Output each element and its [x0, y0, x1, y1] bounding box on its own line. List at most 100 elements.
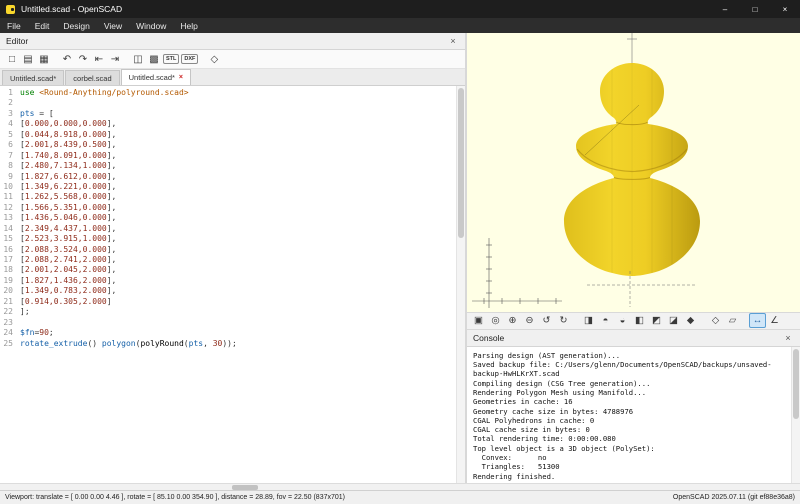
code-line-text: [1.827,1.436,2.000], [16, 276, 116, 286]
menu-file[interactable]: File [0, 18, 28, 33]
title-bar: Untitled.scad - OpenSCAD – □ × [0, 0, 800, 18]
export-dxf-icon[interactable]: DXF [181, 54, 198, 64]
view-back-icon[interactable]: ◪ [665, 313, 682, 328]
view-left-icon[interactable]: ◧ [631, 313, 648, 328]
line-number: 18 [0, 265, 16, 275]
line-number: 3 [0, 109, 16, 119]
code-line-text: [1.349,6.221,0.000], [16, 182, 116, 192]
line-number: 11 [0, 192, 16, 202]
line-number: 14 [0, 224, 16, 234]
code-editor[interactable]: 1use <Round-Anything/polyround.scad>23pt… [0, 86, 465, 483]
console-scrollbar-thumb[interactable] [793, 349, 799, 419]
tab-label: Untitled.scad* [10, 74, 56, 83]
console-line: Top level object is a 3D object (PolySet… [473, 444, 788, 453]
preview-icon[interactable]: ◫ [130, 51, 146, 67]
view-top-icon[interactable]: ◓ [597, 313, 614, 328]
viewport-canvas[interactable] [467, 33, 800, 312]
code-line-text: ]; [16, 307, 30, 317]
code-line-text: [1.436,5.046,0.000], [16, 213, 116, 223]
3d-viewport[interactable] [467, 33, 800, 312]
console-line: Convex: no [473, 453, 788, 462]
console-close-icon[interactable]: × [782, 333, 794, 343]
line-number: 10 [0, 182, 16, 192]
editor-tab-2[interactable]: Untitled.scad*× [121, 69, 191, 85]
code-line: 9[1.827,6.612,0.000], [0, 172, 465, 182]
menu-help[interactable]: Help [173, 18, 204, 33]
3d-object [564, 58, 700, 283]
console-line: Compiling design (CSG Tree generation)..… [473, 379, 788, 388]
editor-tab-1[interactable]: corbel.scad [65, 70, 119, 85]
code-line: 19[1.827,1.436,2.000], [0, 276, 465, 286]
redo-icon[interactable]: ↷ [75, 51, 91, 67]
unindent-icon[interactable]: ⇤ [91, 51, 107, 67]
code-line: 7[1.740,8.091,0.000], [0, 151, 465, 161]
toolbar-separator [199, 51, 206, 67]
menu-window[interactable]: Window [129, 18, 173, 33]
line-number: 9 [0, 172, 16, 182]
code-line-text: [2.349,4.437,1.000], [16, 224, 116, 234]
close-button[interactable]: × [770, 0, 800, 18]
line-number: 16 [0, 245, 16, 255]
console-vertical-scrollbar[interactable] [791, 347, 800, 483]
main-area: Editor × □▤▦ ↶↷⇤⇥ ◫▩STLDXF ◇ Untitled.scad*… [0, 33, 800, 483]
perspective-icon[interactable]: ◇ [707, 313, 724, 328]
rotate-left-icon[interactable]: ↺ [538, 313, 555, 328]
render-icon[interactable]: ▩ [146, 51, 162, 67]
menu-view[interactable]: View [97, 18, 129, 33]
toolbar-separator [123, 51, 130, 67]
toolbar-separator [52, 51, 59, 67]
open-file-icon[interactable]: ▤ [20, 51, 36, 67]
view-bottom-icon[interactable]: ◒ [614, 313, 631, 328]
code-line: 15[2.523,3.915,1.000], [0, 234, 465, 244]
reset-view-icon[interactable]: ◎ [487, 313, 504, 328]
minimize-button[interactable]: – [710, 0, 740, 18]
console-lines: Parsing design (AST generation)...Saved … [473, 351, 788, 481]
export-stl-icon[interactable]: STL [163, 54, 179, 64]
editor-close-icon[interactable]: × [447, 36, 459, 46]
rotate-right-icon[interactable]: ↻ [555, 313, 572, 328]
menu-design[interactable]: Design [56, 18, 96, 33]
code-line-text [16, 318, 20, 328]
editor-tab-0[interactable]: Untitled.scad* [2, 70, 64, 85]
window-controls: – □ × [710, 0, 800, 18]
maximize-button[interactable]: □ [740, 0, 770, 18]
tab-close-icon[interactable]: × [179, 74, 183, 81]
viewport-toolbar: ▣◎⊕⊖↺↻ ◨◓◒◧◩◪◆ ◇▱ ↔∠ [467, 312, 800, 330]
viewport-status-text: Viewport: translate = [ 0.00 0.00 4.46 ]… [5, 494, 345, 501]
orthogonal-icon[interactable]: ▱ [724, 313, 741, 328]
view-right-icon[interactable]: ◨ [580, 313, 597, 328]
editor-scrollbar-thumb[interactable] [458, 88, 464, 238]
line-number: 2 [0, 98, 16, 108]
status-bar: Viewport: translate = [ 0.00 0.00 4.46 ]… [0, 490, 800, 504]
undo-icon[interactable]: ↶ [59, 51, 75, 67]
view-front-icon[interactable]: ◩ [648, 313, 665, 328]
editor-vertical-scrollbar[interactable] [456, 86, 465, 483]
code-line: 8[2.480,7.134,1.000], [0, 161, 465, 171]
editor-panel-title: Editor [6, 36, 28, 46]
new-file-icon[interactable]: □ [4, 51, 20, 67]
line-number: 15 [0, 234, 16, 244]
menu-edit[interactable]: Edit [28, 18, 57, 33]
code-line: 10[1.349,6.221,0.000], [0, 182, 465, 192]
code-line: 6[2.001,8.439,0.500], [0, 140, 465, 150]
view-all-icon[interactable]: ▣ [470, 313, 487, 328]
line-number: 5 [0, 130, 16, 140]
view-diagonal-icon[interactable]: ◆ [682, 313, 699, 328]
line-number: 8 [0, 161, 16, 171]
measure-distance-icon[interactable]: ↔ [749, 313, 766, 328]
horizontal-scrollbar[interactable] [0, 483, 800, 490]
code-line-text: rotate_extrude() polygon(polyRound(pts, … [16, 339, 237, 349]
indent-icon[interactable]: ⇥ [107, 51, 123, 67]
code-line: 2 [0, 98, 465, 108]
horizontal-scrollbar-thumb[interactable] [232, 485, 258, 490]
tab-label: corbel.scad [73, 74, 111, 83]
save-icon[interactable]: ▦ [36, 51, 52, 67]
console-output[interactable]: Parsing design (AST generation)...Saved … [467, 347, 800, 483]
zoom-out-icon[interactable]: ⊖ [521, 313, 538, 328]
measure-angle-icon[interactable]: ∠ [766, 313, 783, 328]
console-line: Geometries in cache: 16 [473, 397, 788, 406]
editor-toolbar: □▤▦ ↶↷⇤⇥ ◫▩STLDXF ◇ [0, 50, 465, 69]
console-line: CGAL cache size in bytes: 0 [473, 425, 788, 434]
zoom-in-icon[interactable]: ⊕ [504, 313, 521, 328]
send-to-service-icon[interactable]: ◇ [206, 51, 222, 67]
